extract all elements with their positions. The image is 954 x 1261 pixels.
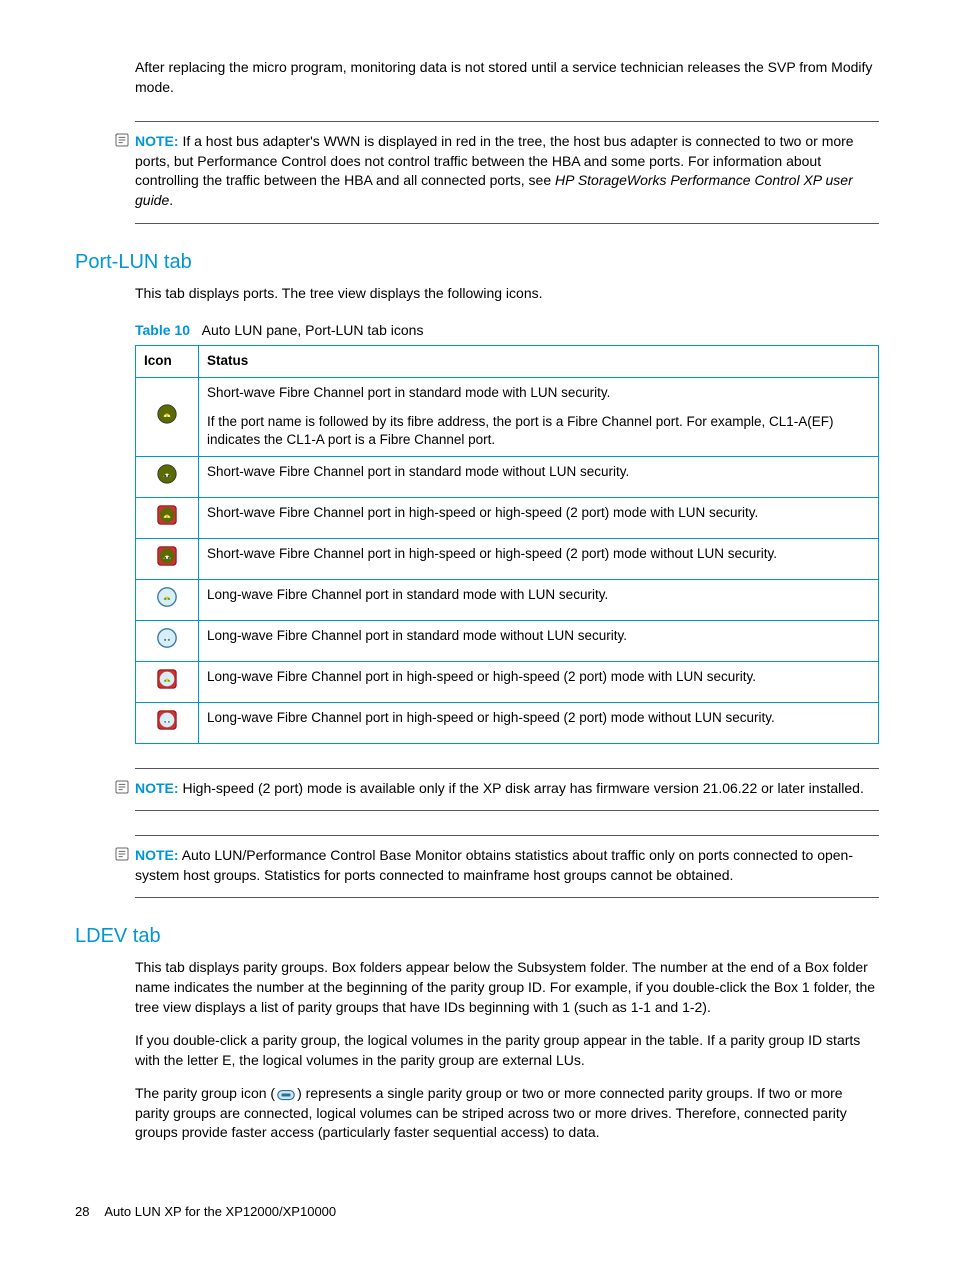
table-label: Table 10	[135, 322, 190, 338]
table-caption-text: Auto LUN pane, Port-LUN tab icons	[202, 322, 424, 338]
note-label: NOTE:	[135, 847, 179, 863]
status-text: Long-wave Fibre Channel port in high-spe…	[199, 702, 879, 743]
status-text: Short-wave Fibre Channel port in standar…	[199, 457, 879, 498]
table-row: Short-wave Fibre Channel port in standar…	[136, 377, 879, 457]
table-caption: Table 10 Auto LUN pane, Port-LUN tab ico…	[135, 321, 879, 341]
page-footer: 28 Auto LUN XP for the XP12000/XP10000	[75, 1203, 879, 1221]
note-label: NOTE:	[135, 780, 179, 796]
note-text: High-speed (2 port) mode is available on…	[182, 780, 863, 796]
lw-hs-nolun-icon	[156, 709, 178, 731]
status-text: Short-wave Fibre Channel port in high-sp…	[199, 539, 879, 580]
col-status: Status	[199, 345, 879, 377]
lw-std-lun-icon	[156, 586, 178, 608]
note-icon	[113, 846, 131, 862]
ldev-heading: LDEV tab	[75, 922, 879, 950]
status-text: Long-wave Fibre Channel port in standard…	[199, 579, 879, 620]
sw-hs-nolun-icon	[156, 545, 178, 567]
note-icon	[113, 132, 131, 148]
ldev-para3-prefix: The parity group icon (	[135, 1085, 275, 1101]
table-row: Short-wave Fibre Channel port in high-sp…	[136, 539, 879, 580]
note-block-3: NOTE: Auto LUN/Performance Control Base …	[135, 835, 879, 898]
sw-std-lun-icon	[156, 403, 178, 425]
ldev-para3: The parity group icon ( ) represents a s…	[135, 1084, 879, 1143]
note-label: NOTE:	[135, 133, 179, 149]
table-row: Long-wave Fibre Channel port in standard…	[136, 579, 879, 620]
sw-hs-lun-icon	[156, 504, 178, 526]
port-lun-intro: This tab displays ports. The tree view d…	[135, 284, 879, 304]
lw-hs-lun-icon	[156, 668, 178, 690]
status-text: Short-wave Fibre Channel port in high-sp…	[199, 498, 879, 539]
lw-std-nolun-icon	[156, 627, 178, 649]
note-block-1: NOTE: If a host bus adapter's WWN is dis…	[135, 121, 879, 223]
intro-paragraph: After replacing the micro program, monit…	[135, 58, 879, 97]
table-row: Short-wave Fibre Channel port in standar…	[136, 457, 879, 498]
footer-title: Auto LUN XP for the XP12000/XP10000	[104, 1204, 336, 1219]
status-text: Short-wave Fibre Channel port in standar…	[207, 384, 870, 403]
ldev-para1: This tab displays parity groups. Box fol…	[135, 958, 879, 1017]
table-row: Long-wave Fibre Channel port in standard…	[136, 620, 879, 661]
ldev-para2: If you double-click a parity group, the …	[135, 1031, 879, 1070]
page-number: 28	[75, 1203, 89, 1221]
table-row: Short-wave Fibre Channel port in high-sp…	[136, 498, 879, 539]
note-icon	[113, 779, 131, 795]
col-icon: Icon	[136, 345, 199, 377]
note-block-2: NOTE: High-speed (2 port) mode is availa…	[135, 768, 879, 812]
note-suffix: .	[169, 192, 173, 208]
table-row: Long-wave Fibre Channel port in high-spe…	[136, 702, 879, 743]
note-text: Auto LUN/Performance Control Base Monito…	[135, 847, 853, 883]
sw-std-nolun-icon	[156, 463, 178, 485]
table-row: Long-wave Fibre Channel port in high-spe…	[136, 661, 879, 702]
port-lun-icon-table: Icon Status Short-wave Fibre Channel por…	[135, 345, 879, 744]
status-text: Long-wave Fibre Channel port in standard…	[199, 620, 879, 661]
status-text-extra: If the port name is followed by its fibr…	[207, 413, 870, 451]
port-lun-heading: Port-LUN tab	[75, 248, 879, 276]
parity-group-icon	[277, 1088, 295, 1102]
status-text: Long-wave Fibre Channel port in high-spe…	[199, 661, 879, 702]
